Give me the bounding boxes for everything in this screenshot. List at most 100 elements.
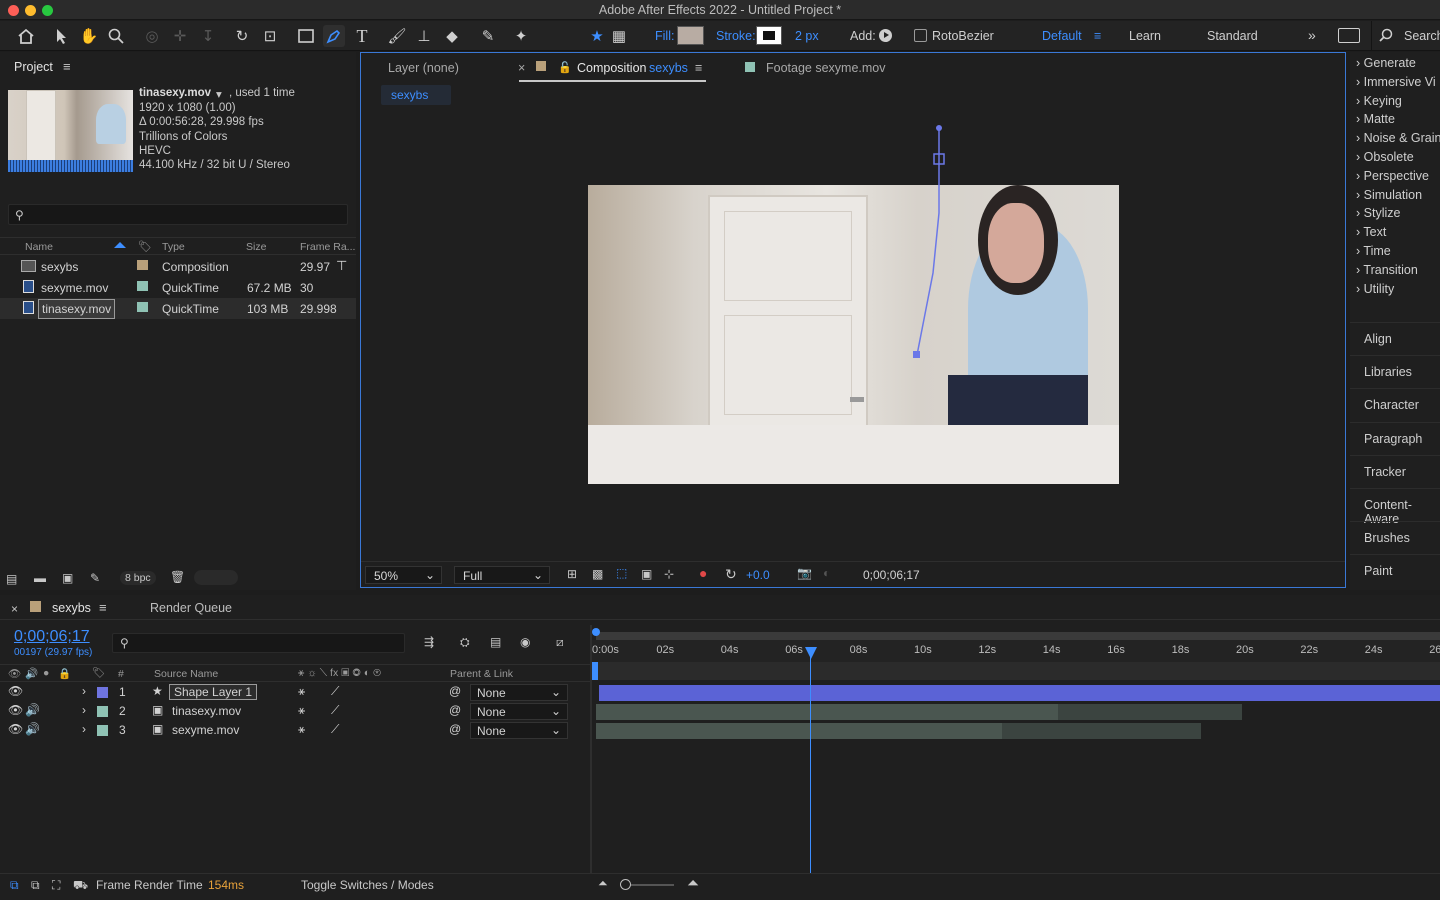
home-icon[interactable] [15, 25, 37, 47]
panel-paragraph[interactable]: Paragraph [1350, 421, 1440, 454]
new-composition-icon[interactable]: ▣ [62, 571, 73, 585]
graph-editor-icon[interactable]: ⧄ [556, 635, 564, 650]
label-swatch[interactable] [137, 302, 148, 312]
layer-row[interactable]: 👁 🔊 › 3 ▣ sexyme.mov ⚹ ⟋ @ None ⌄ [0, 721, 590, 740]
panel-menu-icon[interactable]: ≡ [695, 61, 702, 75]
tab-timeline-comp[interactable]: sexybs [52, 601, 91, 615]
layer-bar-tinasexy[interactable] [596, 704, 1058, 720]
effects-category-noise-grain[interactable]: › Noise & Grain [1356, 131, 1440, 145]
transparency-grid-icon[interactable]: ▩ [592, 567, 603, 581]
layer-switches-icon[interactable]: ⧉ [10, 878, 19, 893]
quality-switch-icon[interactable]: ⟋ [331, 703, 339, 718]
close-tab-icon[interactable]: × [11, 602, 18, 616]
current-time-display[interactable]: 0;00;06;17 [14, 628, 90, 646]
effects-category-perspective[interactable]: › Perspective [1356, 169, 1429, 183]
shape-path-overlay[interactable] [909, 123, 949, 363]
zoom-out-icon[interactable]: ⏶ [598, 876, 608, 891]
brush-tool-icon[interactable]: 🖌 [386, 25, 408, 47]
effects-category-time[interactable]: › Time [1356, 244, 1391, 258]
panel-libraries[interactable]: Libraries [1350, 355, 1440, 387]
collapse-switch-icon[interactable]: ⚹ [298, 703, 305, 718]
parent-dropdown[interactable]: None ⌄ [470, 684, 568, 701]
flowchart-icon[interactable]: ⊤ [336, 258, 347, 274]
more-workspaces-icon[interactable]: » [1308, 27, 1316, 43]
workspace-learn[interactable]: Learn [1129, 29, 1161, 43]
eye-icon[interactable]: 👁 [8, 722, 23, 736]
column-frame-rate[interactable]: Frame Ra... [300, 241, 355, 253]
effects-category-matte[interactable]: › Matte [1356, 112, 1395, 126]
panel-tracker[interactable]: Tracker [1350, 454, 1440, 487]
layer-bar-sexyme-tail[interactable] [1002, 723, 1201, 739]
toggle-switches-modes-button[interactable]: Toggle Switches / Modes [301, 878, 434, 892]
transfer-controls-icon[interactable]: ⧉ [31, 878, 40, 893]
interpret-footage-icon[interactable]: ▤ [6, 572, 17, 586]
pick-whip-icon[interactable]: @ [449, 703, 461, 717]
eraser-tool-icon[interactable]: ◆ [441, 25, 463, 47]
pan-behind-tool-icon[interactable]: ⊡ [259, 25, 281, 47]
mask-visibility-icon[interactable]: ⬚ [616, 566, 627, 580]
rotate-tool-icon[interactable]: ↻ [231, 25, 253, 47]
expand-chevron-icon[interactable]: › [82, 722, 86, 736]
project-item-sexyme[interactable]: sexyme.mov QuickTime 67.2 MB 30 [0, 277, 356, 298]
dolly-camera-icon[interactable]: ↧ [197, 25, 219, 47]
fill-label[interactable]: Fill: [655, 29, 674, 43]
hide-shy-layers-icon[interactable]: ▤ [490, 635, 501, 649]
layer-row[interactable]: 👁 › 1 ★ Shape Layer 1 ⚹ ⟋ @ None ⌄ [0, 683, 590, 702]
panel-brushes[interactable]: Brushes [1350, 521, 1440, 553]
adjust-settings-icon[interactable]: ✎ [90, 571, 100, 585]
eye-icon[interactable]: 👁 [8, 684, 23, 698]
tab-render-queue[interactable]: Render Queue [150, 601, 232, 615]
column-parent-link[interactable]: Parent & Link [450, 668, 513, 680]
expand-chevron-icon[interactable]: › [82, 703, 86, 717]
resolution-dropdown[interactable]: Full ⌄ [454, 566, 550, 584]
selected-item-dropdown-icon[interactable]: ▾ [216, 87, 222, 101]
effects-category-transition[interactable]: › Transition [1356, 263, 1418, 277]
lock-icon[interactable]: 🔓 [558, 61, 572, 74]
effects-category-text[interactable]: › Text [1356, 225, 1386, 239]
tab-composition[interactable]: Composition [577, 61, 646, 75]
star-snapping-icon[interactable]: ★ [586, 25, 608, 47]
project-search-input[interactable]: ⚲ [8, 204, 348, 225]
selection-tool-icon[interactable] [50, 25, 72, 47]
label-column-icon[interactable]: 🏷 [138, 240, 152, 253]
thumbnail-size-slider[interactable] [194, 570, 238, 585]
zoom-slider[interactable] [624, 884, 674, 886]
effects-category-stylize[interactable]: › Stylize [1356, 206, 1400, 220]
mask-icon[interactable]: ▦ [608, 25, 630, 47]
magnification-dropdown[interactable]: 50% ⌄ [365, 566, 442, 584]
layer-label-swatch[interactable] [97, 706, 108, 717]
layer-bar-shape-layer-1[interactable] [599, 685, 1440, 701]
sort-ascending-icon[interactable] [114, 242, 126, 248]
clone-stamp-icon[interactable]: ⊥ [413, 25, 435, 47]
zoom-in-icon[interactable]: ⏶ [687, 875, 699, 892]
effects-category-immersive-vi[interactable]: › Immersive Vi [1356, 75, 1436, 89]
tab-composition-name[interactable]: sexybs [649, 61, 688, 75]
pen-tool-icon[interactable] [323, 25, 345, 47]
layer-name[interactable]: tinasexy.mov [172, 704, 241, 718]
video-toggle-icon[interactable]: 👁 [8, 667, 21, 680]
tab-footage[interactable]: Footage sexyme.mov [766, 61, 886, 75]
speaker-icon[interactable]: 🔊 [25, 703, 40, 717]
panel-menu-icon[interactable]: ≡ [63, 59, 71, 74]
label-swatch[interactable] [137, 281, 148, 291]
pick-whip-icon[interactable]: @ [449, 722, 461, 736]
fast-previews-icon[interactable]: ⊞ [567, 567, 577, 581]
frame-blending-icon[interactable]: ◉ [520, 635, 530, 649]
show-snapshot-icon[interactable]: ◐ [823, 566, 830, 580]
timeline-search-input[interactable]: ⚲ [112, 633, 405, 653]
search-help-icon[interactable] [1379, 28, 1393, 45]
collapse-switch-icon[interactable]: ⚹ [298, 722, 305, 737]
bit-depth-button[interactable]: 8 bpc [120, 571, 156, 585]
rectangle-tool-icon[interactable] [295, 25, 317, 47]
add-property-icon[interactable] [879, 29, 892, 42]
layer-row[interactable]: 👁 🔊 › 2 ▣ tinasexy.mov ⚹ ⟋ @ None ⌄ [0, 702, 590, 721]
composition-mini-flowchart-icon[interactable]: ⇶ [424, 635, 434, 649]
panel-content-aware[interactable]: Content-Aware [1350, 488, 1440, 526]
workspace-default[interactable]: Default [1042, 29, 1082, 43]
render-time-icon[interactable]: ⛟ [73, 878, 88, 894]
region-of-interest-icon[interactable]: ▣ [641, 567, 652, 581]
label-column-icon[interactable]: 🏷 [92, 666, 105, 679]
layer-bar-tinasexy-tail[interactable] [1058, 704, 1242, 720]
effects-category-simulation[interactable]: › Simulation [1356, 188, 1422, 202]
in-out-icon[interactable]: ⛶ [52, 878, 60, 893]
